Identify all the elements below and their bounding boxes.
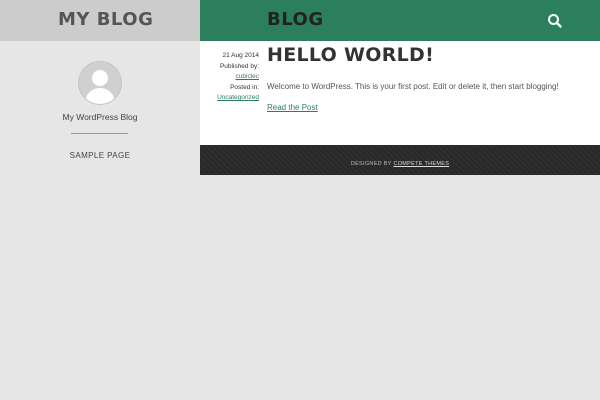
designed-by-label: DESIGNED BY [350, 161, 392, 167]
published-by-label: Published by: [219, 62, 259, 70]
post-date: 21 Aug 2014 [222, 52, 259, 59]
read-more-link[interactable]: Read the Post [267, 103, 318, 112]
post-excerpt: Welcome to WordPress. This is your first… [267, 82, 559, 91]
search-icon[interactable] [546, 12, 564, 30]
user-avatar-icon [79, 62, 121, 104]
post-area: 21 Aug 2014 Published by: cubiclec Poste… [200, 41, 600, 145]
top-bar: BLOG [200, 0, 600, 41]
footer-credit: DESIGNED BY COMPETE THEMES [200, 161, 600, 167]
theme-credit-link[interactable]: COMPETE THEMES [393, 161, 449, 167]
post-title[interactable]: HELLO WORLD! [267, 44, 434, 66]
post-meta: 21 Aug 2014 Published by: cubiclec Poste… [204, 51, 259, 104]
nav-item-sample-page[interactable]: SAMPLE PAGE [0, 151, 200, 160]
sidebar-header: MY BLOG [0, 0, 200, 41]
category-link[interactable]: Uncategorized [204, 93, 259, 104]
author-link[interactable]: cubiclec [204, 72, 259, 83]
sidebar: My WordPress Blog SAMPLE PAGE [0, 41, 200, 400]
posted-in-label: Posted in: [230, 83, 259, 91]
site-tagline: My WordPress Blog [62, 112, 138, 122]
site-title[interactable]: MY BLOG [58, 9, 153, 30]
site-footer: DESIGNED BY COMPETE THEMES [200, 145, 600, 175]
section-title: BLOG [267, 9, 324, 30]
sidebar-divider [71, 133, 128, 134]
